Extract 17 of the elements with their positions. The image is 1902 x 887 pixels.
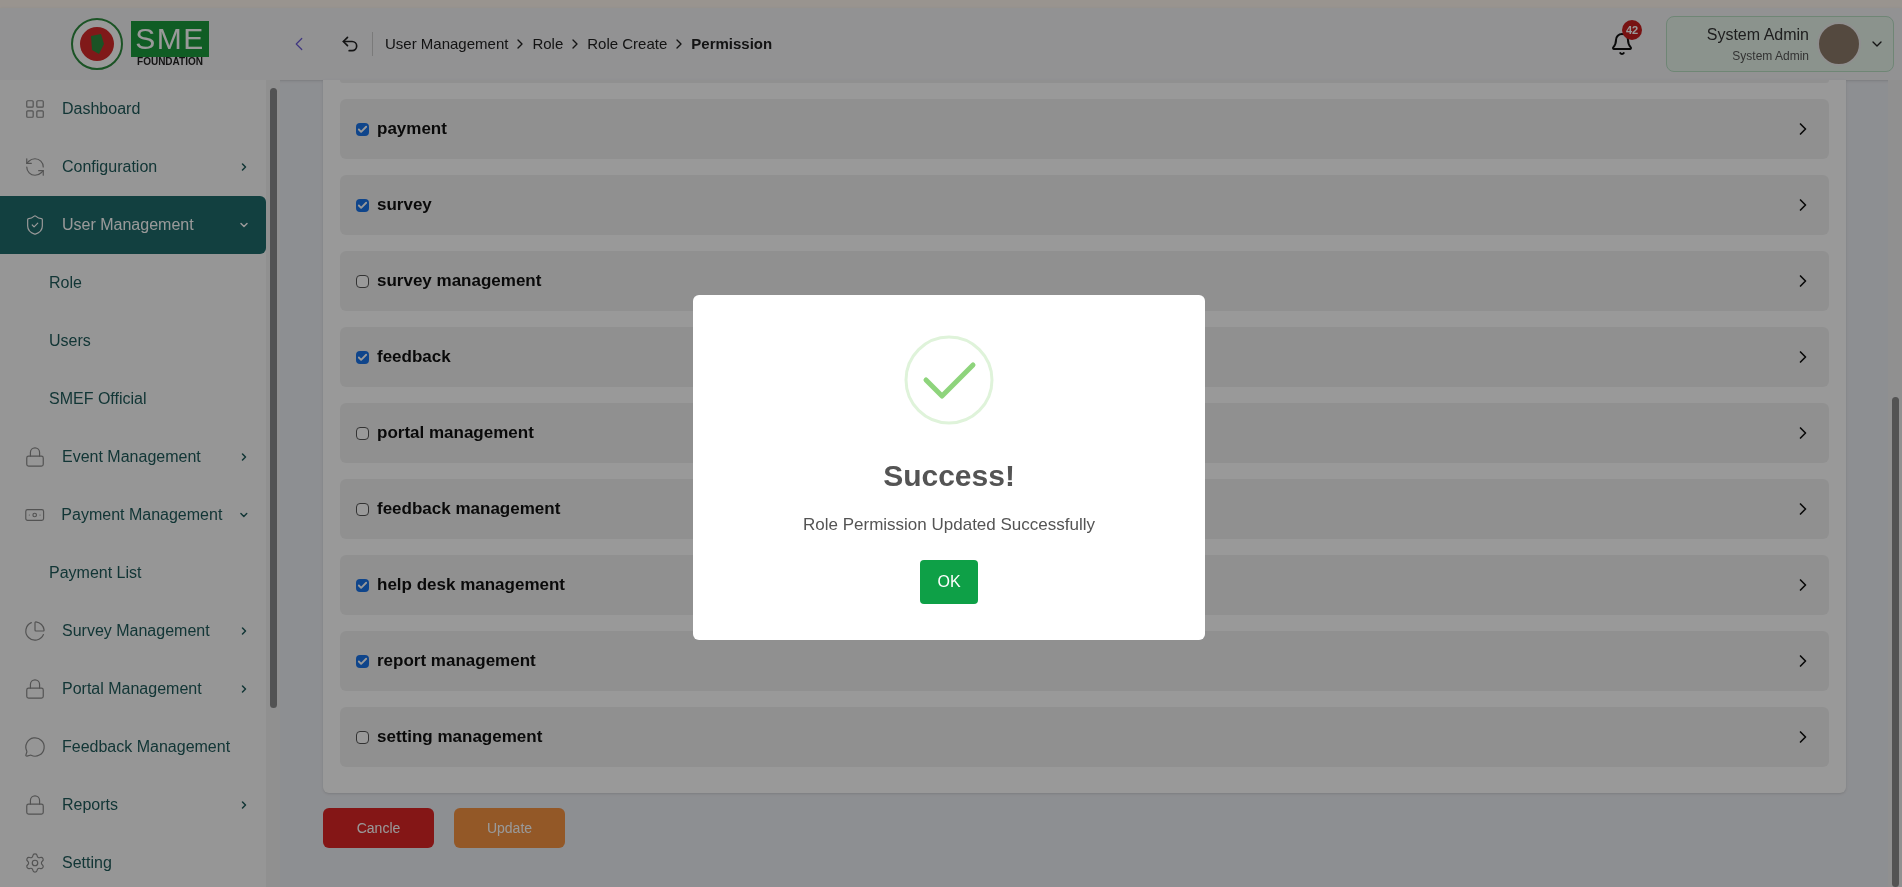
dialog-title: Success! — [883, 458, 1015, 494]
permission-label: feedback management — [377, 498, 561, 521]
permission-label: payment — [377, 118, 447, 141]
permission-label: report management — [377, 650, 536, 673]
breadcrumb-item: Permission — [691, 33, 773, 54]
notification-badge: 42 — [1622, 20, 1643, 40]
user-name: System Admin — [1706, 25, 1809, 45]
permission-label: survey management — [377, 270, 542, 293]
permission-label: portal management — [377, 422, 534, 445]
permission-label: setting management — [377, 726, 543, 749]
user-role: System Admin — [1732, 48, 1809, 65]
permission-label: feedback — [377, 346, 451, 369]
dialog-message: Role Permission Updated Successfully — [803, 514, 1095, 536]
logo-subtitle: FOUNDATION — [137, 57, 203, 67]
logo-text: SME — [131, 21, 209, 57]
permission-label: survey — [377, 194, 432, 217]
permission-label: help desk management — [377, 574, 565, 597]
